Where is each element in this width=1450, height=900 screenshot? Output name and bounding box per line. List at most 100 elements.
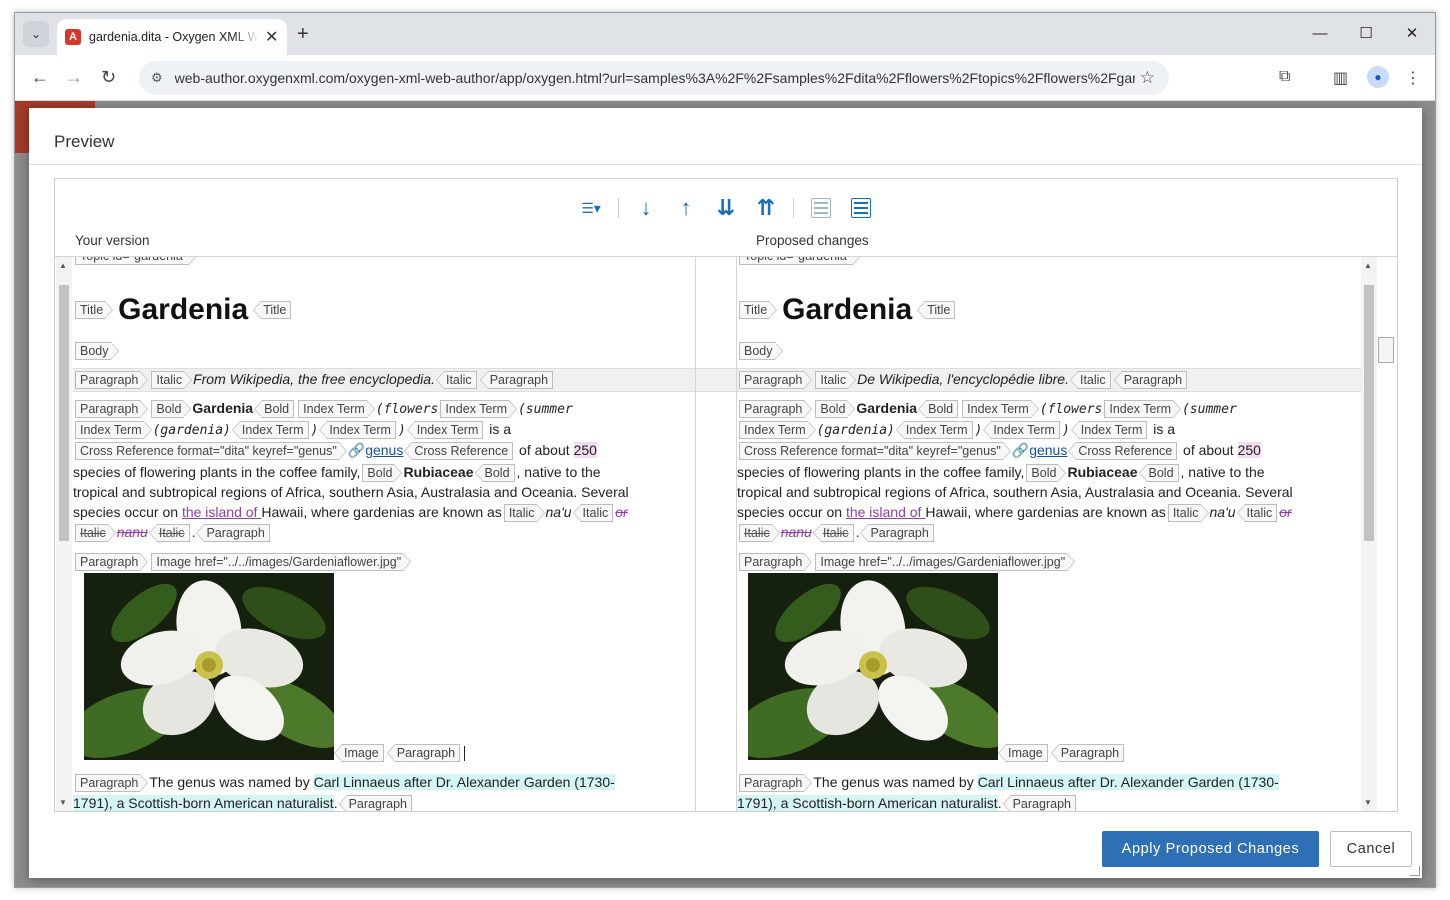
first-change-icon[interactable]: ⇈ <box>753 195 779 221</box>
bold-rubiaceae: Rubiaceae <box>1067 464 1138 480</box>
genus-link[interactable]: genus <box>365 442 403 458</box>
proposed-changes-pane[interactable]: Topic id="gardenia" TitleGardeniaTitle B… <box>737 257 1361 811</box>
linnaeus-text-2: 1791), a Scottish-born American naturali… <box>737 795 998 811</box>
para-line-3: Cross Reference format="dita" keyref="ge… <box>73 440 597 461</box>
topic-line: Topic id="gardenia" <box>737 257 862 266</box>
tag-paragraph-close: Paragraph <box>1002 795 1076 811</box>
minimize-icon[interactable]: — <box>1297 13 1343 53</box>
side-panel-icon[interactable]: ▥ <box>1333 68 1348 88</box>
scroll-down-icon[interactable]: ▼ <box>59 798 67 807</box>
resize-grip-icon[interactable] <box>1410 866 1420 876</box>
tab-search-button[interactable]: ⌄ <box>23 21 49 47</box>
tag-indexterm-open: Index Term <box>1104 400 1181 419</box>
bookmark-star-icon[interactable]: ☆ <box>1140 68 1155 88</box>
tag-indexterm-close: Index Term <box>1070 421 1148 440</box>
tag-italic-close: Italic <box>1070 371 1111 390</box>
intro-pre: From Wikipedia, <box>193 371 298 387</box>
para-line-6: species occur on the island of Hawaii, w… <box>737 502 1292 523</box>
left-scroll-thumb[interactable] <box>59 285 69 541</box>
tag-title-close: Title <box>917 301 956 320</box>
right-scroll-thumb[interactable] <box>1364 285 1374 541</box>
back-icon[interactable]: ← <box>31 67 49 88</box>
browser-tab[interactable]: A gardenia.dita - Oxygen XML Web Author … <box>57 19 287 55</box>
title-line: Title Gardenia Title <box>73 289 293 329</box>
gardenia-term: (gardenia) <box>152 423 231 438</box>
naming-line-2: 1791), a Scottish-born American naturali… <box>737 793 1078 811</box>
diff-overview-marker[interactable] <box>1378 337 1394 363</box>
tag-paragraph-close: Paragraph <box>1050 744 1125 763</box>
close-icon[interactable]: ✕ <box>265 27 278 47</box>
scroll-up-icon[interactable]: ▲ <box>1364 261 1372 270</box>
tag-indexterm-close: Index Term <box>406 421 484 440</box>
tag-paragraph-close: Paragraph <box>338 795 412 811</box>
gutter-change-marker <box>696 368 736 392</box>
left-scrollbar[interactable]: ▲ ▼ <box>56 257 72 811</box>
tag-indexterm-close: Index Term <box>231 421 309 440</box>
last-change-icon[interactable]: ⇊ <box>713 195 739 221</box>
tag-image-close: Image <box>334 744 384 763</box>
address-bar[interactable]: ⚙ web-author.oxygenxml.com/oxygen-xml-we… <box>139 61 1169 95</box>
tag-indexterm-open: Index Term <box>739 421 816 440</box>
reload-icon[interactable]: ↻ <box>101 67 116 88</box>
regions-text: tropical and subtropical regions of Afri… <box>737 484 1293 500</box>
gardenia-image[interactable] <box>84 573 334 760</box>
previous-change-icon[interactable]: ↑ <box>673 195 699 221</box>
forward-icon[interactable]: → <box>65 67 83 88</box>
naming-line-1: Paragraph The genus was named by Carl Lin… <box>73 772 615 793</box>
tag-xref-open: Cross Reference format="dita" keyref="ge… <box>739 442 1011 461</box>
para-line-1: Paragraph Bold Gardenia Bold Index Term (flow… <box>73 398 573 419</box>
your-version-pane[interactable]: Topic id="gardenia" TitleGardeniaTitle B… <box>73 257 695 811</box>
para-line-6: species occur on the island of Hawaii, w… <box>73 502 628 523</box>
tag-italic-close: Italic <box>572 504 614 523</box>
tag-paragraph-open: Paragraph <box>75 774 149 793</box>
tag-italic-deleted-close: Italic <box>148 524 190 543</box>
species-count: 250 <box>573 442 597 458</box>
apply-proposed-changes-button[interactable]: Apply Proposed Changes <box>1102 831 1319 867</box>
profile-avatar-icon[interactable]: ● <box>1367 66 1389 88</box>
new-tab-button[interactable]: + <box>297 23 309 46</box>
more-menu-icon[interactable]: ⋮ <box>1405 68 1421 88</box>
site-info-icon[interactable]: ⚙ <box>151 70 163 86</box>
scroll-down-icon[interactable]: ▼ <box>1364 798 1372 807</box>
copy-all-changes-icon[interactable] <box>848 195 874 221</box>
tag-bold-open: Bold <box>1026 464 1067 483</box>
scroll-up-icon[interactable]: ▲ <box>59 261 67 270</box>
intro-end: . <box>1065 371 1069 387</box>
window-controls: — ☐ ✕ <box>1297 13 1435 55</box>
nau-word: na'u <box>545 504 572 520</box>
topic-line: Topic id="gardenia" <box>73 257 198 266</box>
species-count: 250 <box>1237 442 1261 458</box>
close-window-icon[interactable]: ✕ <box>1389 13 1435 53</box>
tag-paragraph-close: Paragraph <box>1113 371 1188 390</box>
right-scrollbar[interactable]: ▲ ▼ <box>1361 257 1377 811</box>
tag-image-close: Image <box>998 744 1048 763</box>
tag-bold-open: Bold <box>151 400 192 419</box>
tag-indexterm-close: Index Term <box>983 421 1060 440</box>
hawaii-text: Hawaii, where gardenias are known as <box>261 504 502 520</box>
topic-title: Gardenia <box>118 293 249 327</box>
gardenia-image[interactable] <box>748 573 998 760</box>
cancel-button[interactable]: Cancel <box>1330 831 1412 867</box>
tag-paragraph-open: Paragraph <box>75 400 149 419</box>
para-line-1: Paragraph Bold Gardenia Bold Index Term (flow… <box>737 398 1237 419</box>
body-line: Body <box>73 340 120 361</box>
image-close-line: Image Paragraph <box>997 742 1126 763</box>
tag-paragraph-open: Paragraph <box>75 371 149 390</box>
genus-link[interactable]: genus <box>1029 442 1067 458</box>
inserted-island: the island of <box>845 504 926 520</box>
preview-dialog: Preview ☰▾ ↓ ↑ ⇊ ⇈ Your version Proposed… <box>29 108 1422 878</box>
diff-options-icon[interactable]: ☰▾ <box>578 195 604 221</box>
tag-italic-close: Italic <box>436 371 477 390</box>
paren-close: ) <box>974 423 983 438</box>
tag-italic-deleted: Italic <box>739 524 780 543</box>
browser-toolbar: ← → ↻ ⚙ web-author.oxygenxml.com/oxygen-… <box>15 55 1435 101</box>
tag-indexterm-open: Index Term <box>962 400 1039 419</box>
para-line-7: Italic nanu Italic. Paragraph <box>73 522 272 543</box>
maximize-icon[interactable]: ☐ <box>1343 13 1389 53</box>
summer-term: (summer <box>1181 402 1237 417</box>
tag-indexterm-open: Index Term <box>298 400 375 419</box>
next-change-icon[interactable]: ↓ <box>633 195 659 221</box>
extensions-icon[interactable]: ⧉ <box>1279 68 1290 86</box>
flowers-term: (flowers <box>1039 402 1103 417</box>
copy-change-icon[interactable] <box>808 195 834 221</box>
